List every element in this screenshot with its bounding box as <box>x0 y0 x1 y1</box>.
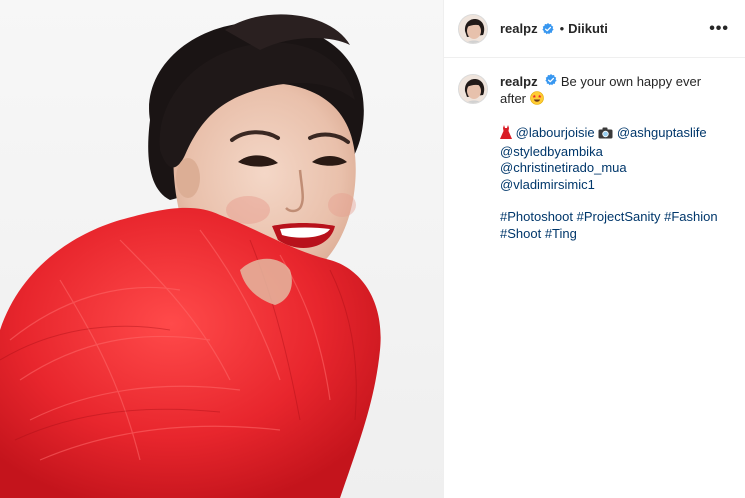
header-username[interactable]: realpz <box>500 21 538 36</box>
hashtag-photoshoot[interactable]: #Photoshoot <box>500 209 573 224</box>
camera-emoji-icon <box>598 127 613 144</box>
following-button[interactable]: Diikuti <box>568 21 608 36</box>
caption-text: realpz Be your own happy ever after @lab… <box>500 74 720 242</box>
caption-username[interactable]: realpz <box>500 74 538 89</box>
post-sidebar: realpz • Diikuti ••• realpz Be your own … <box>443 0 745 498</box>
caption-message-end: after <box>500 90 527 106</box>
separator-dot: • <box>559 21 565 36</box>
verified-badge-icon <box>545 74 557 86</box>
star-struck-emoji-icon <box>529 90 544 110</box>
post-header: realpz • Diikuti ••• <box>444 0 745 58</box>
avatar[interactable] <box>458 13 488 44</box>
verified-badge-icon <box>541 22 554 35</box>
hashtag-fashion[interactable]: #Fashion <box>664 209 717 224</box>
hashtag-ting[interactable]: #Ting <box>545 226 577 241</box>
post-photo[interactable] <box>0 0 443 498</box>
portrait-image <box>0 14 381 498</box>
hashtag-projectsanity[interactable]: #ProjectSanity <box>577 209 661 224</box>
hashtag-shoot[interactable]: #Shoot <box>500 226 541 241</box>
caption-message: Be your own happy ever <box>560 74 702 89</box>
mention-ashguptaslife[interactable]: @ashguptaslife <box>617 125 707 140</box>
mention-christinetirado[interactable]: @christinetirado_mua <box>500 160 627 175</box>
mention-styledbyambika[interactable]: @styledbyambika <box>500 144 603 159</box>
more-options-icon[interactable]: ••• <box>709 20 729 37</box>
caption-avatar[interactable] <box>458 74 488 104</box>
caption: realpz Be your own happy ever after @lab… <box>444 58 745 242</box>
mention-vladimirsimic[interactable]: @vladimirsimic1 <box>500 177 595 192</box>
mention-labourjoisie[interactable]: @labourjoisie <box>516 125 595 140</box>
red-dress-emoji-icon <box>500 125 512 144</box>
